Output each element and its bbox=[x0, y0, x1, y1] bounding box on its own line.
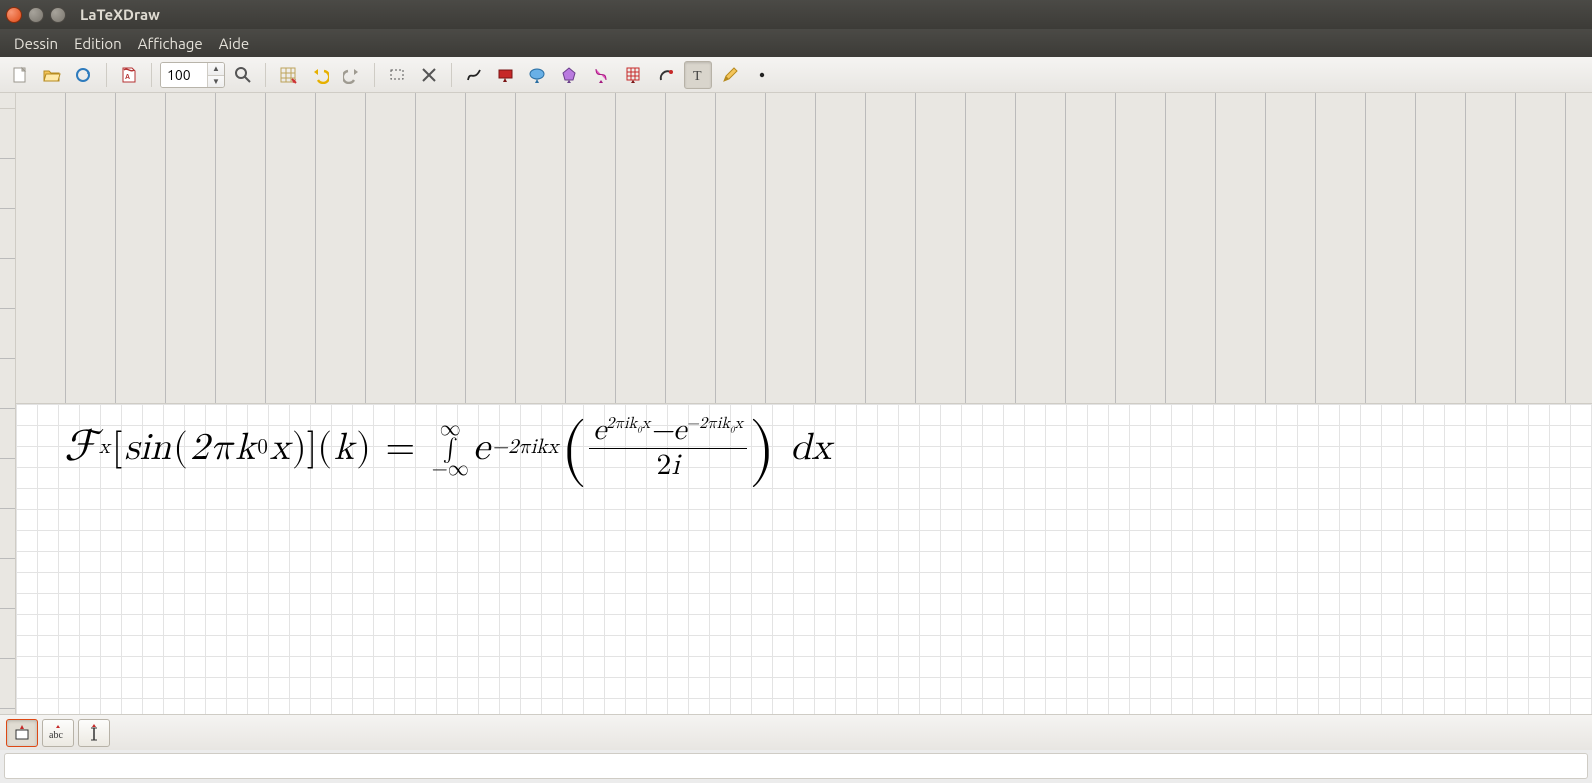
menu-edition[interactable]: Edition bbox=[66, 31, 130, 56]
pdf-export-button[interactable]: A bbox=[115, 61, 143, 89]
toolbar-separator bbox=[106, 63, 107, 87]
frame-toggle-button[interactable] bbox=[6, 719, 38, 747]
reload-button[interactable] bbox=[70, 61, 98, 89]
window-title: LaTeXDraw bbox=[80, 6, 160, 23]
selection-tool-button[interactable] bbox=[383, 61, 411, 89]
window-close-button[interactable] bbox=[6, 7, 22, 23]
window-titlebar: LaTeXDraw bbox=[0, 0, 1592, 29]
pencil-tool-button[interactable] bbox=[716, 61, 744, 89]
undo-button[interactable] bbox=[306, 61, 334, 89]
zoom-spinner[interactable]: ▲ ▼ bbox=[160, 62, 225, 88]
abc-toggle-button[interactable]: abc bbox=[42, 719, 74, 747]
rectangle-tool-button[interactable] bbox=[492, 61, 520, 89]
menu-dessin[interactable]: Dessin bbox=[6, 31, 66, 56]
vertical-ruler bbox=[0, 109, 16, 714]
redo-button[interactable] bbox=[338, 61, 366, 89]
toolbar-separator bbox=[151, 63, 152, 87]
horizontal-ruler bbox=[16, 93, 1592, 404]
zoom-step-down[interactable]: ▼ bbox=[208, 75, 224, 87]
menu-affichage[interactable]: Affichage bbox=[130, 31, 211, 56]
cursor-toggle-button[interactable] bbox=[78, 719, 110, 747]
zoom-button[interactable] bbox=[229, 61, 257, 89]
zoom-step-up[interactable]: ▲ bbox=[208, 63, 224, 75]
svg-text:T: T bbox=[693, 69, 702, 84]
svg-text:abc: abc bbox=[49, 730, 63, 741]
bezier-tool-button[interactable] bbox=[588, 61, 616, 89]
dot-tool-button[interactable] bbox=[748, 61, 776, 89]
drawing-canvas[interactable]: ℱx[sin(2πk0x)](k) = ∞∫−∞ e−2πikx ( e2πik… bbox=[16, 404, 1592, 714]
zoom-input[interactable] bbox=[161, 63, 207, 87]
polygon-tool-button[interactable] bbox=[556, 61, 584, 89]
toolbar-separator bbox=[374, 63, 375, 87]
status-input[interactable] bbox=[4, 753, 1588, 779]
ellipse-tool-button[interactable] bbox=[524, 61, 552, 89]
grid-toggle-button[interactable] bbox=[274, 61, 302, 89]
arc-tool-button[interactable] bbox=[652, 61, 680, 89]
canvas-container: ℱx[sin(2πk0x)](k) = ∞∫−∞ e−2πikx ( e2πik… bbox=[0, 93, 1592, 714]
menubar: Dessin Edition Affichage Aide bbox=[0, 29, 1592, 57]
workarea: ℱx[sin(2πk0x)](k) = ∞∫−∞ e−2πikx ( e2πik… bbox=[0, 93, 1592, 783]
open-button[interactable] bbox=[38, 61, 66, 89]
toolbar-separator bbox=[265, 63, 266, 87]
new-doc-button[interactable] bbox=[6, 61, 34, 89]
svg-text:A: A bbox=[125, 74, 130, 81]
window-maximize-button[interactable] bbox=[50, 7, 66, 23]
delete-button[interactable] bbox=[415, 61, 443, 89]
window-minimize-button[interactable] bbox=[28, 7, 44, 23]
toolbar-separator bbox=[451, 63, 452, 87]
ruler-corner bbox=[0, 93, 16, 109]
main-toolbar: A ▲ ▼ bbox=[0, 57, 1592, 93]
latex-formula-object[interactable]: ℱx[sin(2πk0x)](k) = ∞∫−∞ e−2πikx ( e2πik… bbox=[64, 414, 831, 482]
bottom-toolbar: abc bbox=[0, 714, 1592, 750]
freehand-tool-button[interactable] bbox=[460, 61, 488, 89]
grid-shape-tool-button[interactable] bbox=[620, 61, 648, 89]
menu-aide[interactable]: Aide bbox=[211, 31, 257, 56]
text-tool-button[interactable]: T bbox=[684, 61, 712, 89]
